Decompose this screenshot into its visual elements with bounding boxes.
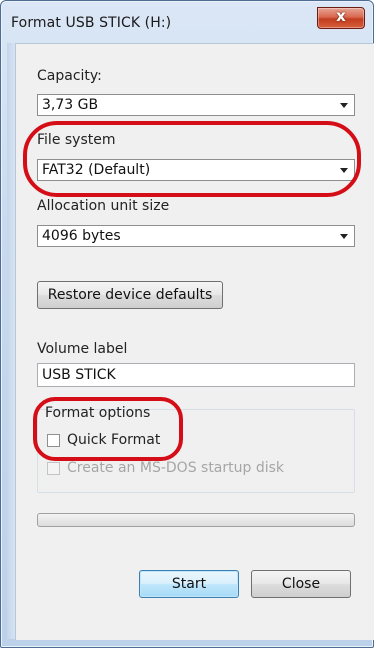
quick-format-label[interactable]: Quick Format	[67, 432, 160, 448]
capacity-value: 3,73 GB	[42, 97, 99, 113]
close-window-button[interactable]: x	[317, 7, 365, 29]
msdos-startup-label: Create an MS-DOS startup disk	[67, 460, 285, 476]
chevron-down-icon	[340, 103, 348, 108]
chevron-down-icon	[340, 168, 348, 173]
start-button[interactable]: Start	[139, 570, 239, 598]
volume-label-label: Volume label	[37, 341, 128, 357]
allocation-unit-label: Allocation unit size	[37, 198, 170, 214]
file-system-label: File system	[37, 132, 116, 148]
close-button[interactable]: Close	[251, 570, 351, 598]
volume-label-field[interactable]	[38, 364, 354, 386]
volume-label-input[interactable]	[37, 363, 355, 387]
quick-format-checkbox[interactable]	[47, 434, 60, 447]
close-icon: x	[336, 7, 346, 25]
format-options-label: Format options	[45, 405, 151, 421]
format-options-group	[37, 409, 355, 493]
restore-defaults-button[interactable]: Restore device defaults	[37, 281, 223, 309]
allocation-unit-value: 4096 bytes	[42, 228, 121, 244]
chevron-down-icon	[340, 234, 348, 239]
file-system-dropdown[interactable]: FAT32 (Default)	[37, 159, 355, 181]
format-progress-bar	[37, 513, 355, 527]
allocation-unit-dropdown[interactable]: 4096 bytes	[37, 225, 355, 247]
file-system-value: FAT32 (Default)	[42, 162, 151, 178]
msdos-startup-checkbox[interactable]	[47, 462, 60, 475]
capacity-dropdown[interactable]: 3,73 GB	[37, 94, 355, 116]
window-border	[7, 43, 15, 639]
title-bar[interactable]: Format USB STICK (H:) x	[1, 1, 373, 35]
window-title: Format USB STICK (H:)	[11, 15, 172, 31]
capacity-label: Capacity:	[37, 68, 102, 84]
format-dialog-window: Format USB STICK (H:) x Capacity: 3,73 G…	[0, 0, 374, 648]
